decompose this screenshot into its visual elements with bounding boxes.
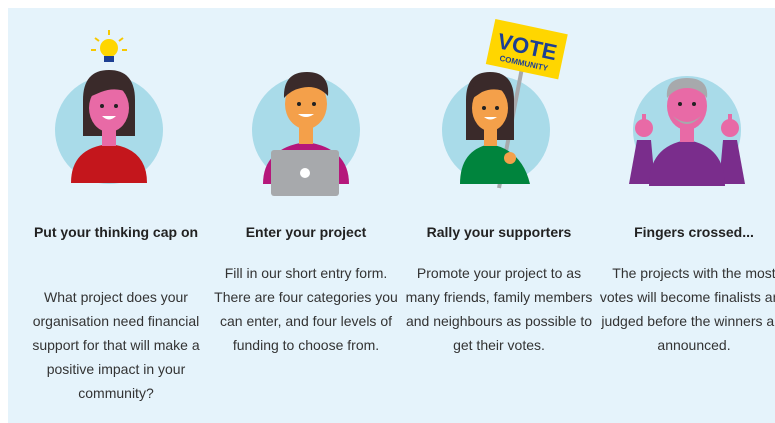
step-description: The projects with the most votes will be… (599, 265, 775, 353)
step-description: What project does your organisation need… (32, 289, 200, 401)
step-title: Enter your project (245, 224, 367, 240)
step-description: Promote your project to as many friends,… (405, 265, 593, 353)
vote-sign-person-icon: VOTE COMMUNITY (442, 18, 568, 189)
step-enter-project: Enter your project Fill in our short ent… (211, 8, 401, 423)
step-title: Rally your supporters (426, 224, 572, 240)
step-fingers-crossed: Fingers crossed... The projects with the… (599, 8, 775, 423)
step-title: Fingers crossed... (634, 224, 754, 240)
laptop-person-icon (252, 72, 360, 196)
step-description: Fill in our short entry form. There are … (214, 265, 398, 353)
step-rally-supporters: VOTE COMMUNITY Rally your supporters Pro… (404, 8, 594, 423)
step-thinking-cap: Put your thinking cap on What project do… (21, 8, 211, 423)
step-title: Put your thinking cap on (33, 224, 199, 240)
lightbulb-person-icon (55, 30, 163, 184)
how-it-works-panel: Put your thinking cap on What project do… (8, 8, 775, 423)
fingers-crossed-person-icon (629, 76, 745, 186)
